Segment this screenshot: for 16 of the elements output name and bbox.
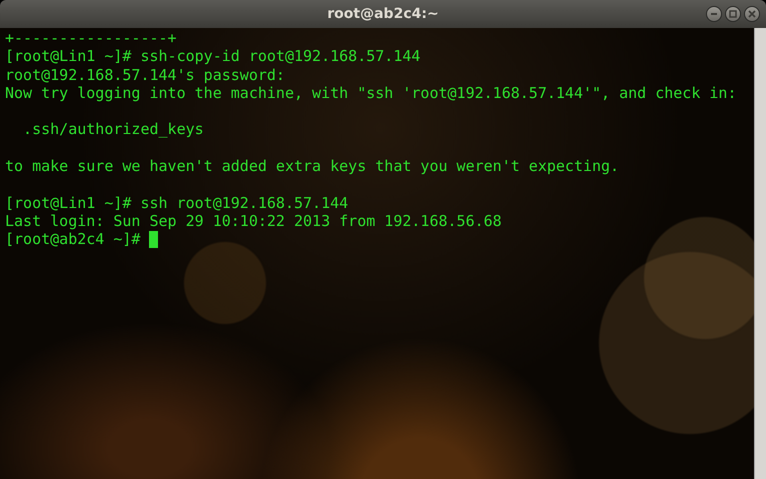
terminal-line: Now try logging into the machine, with "ssh 'root@192.168.57.144'", and check in: (5, 84, 736, 102)
window-title: root@ab2c4:~ (327, 6, 439, 22)
terminal-line: +-----------------+ (5, 29, 177, 48)
minimize-button[interactable] (706, 6, 722, 22)
close-button[interactable] (744, 6, 760, 22)
maximize-button[interactable] (725, 6, 741, 22)
close-icon (748, 10, 756, 18)
terminal-line: .ssh/authorized_keys (22, 120, 204, 139)
maximize-icon (729, 10, 737, 18)
terminal-line: [root@ab2c4 ~]# (5, 230, 140, 249)
terminal-line: to make sure we haven't added extra keys that you weren't expecting. (5, 157, 620, 176)
terminal-line: [root@Lin1 ~]# ssh-copy-id root@192.168.57.144 (5, 47, 420, 66)
terminal-line: Last login: Sun Sep 29 10:10:22 2013 from 192.168.56.68 (5, 212, 502, 230)
terminal-line: [root@Lin1 ~]# ssh root@192.168.57.144 (5, 194, 348, 212)
minimize-icon (710, 10, 718, 18)
terminal-line: root@192.168.57.144's password: (5, 66, 285, 84)
